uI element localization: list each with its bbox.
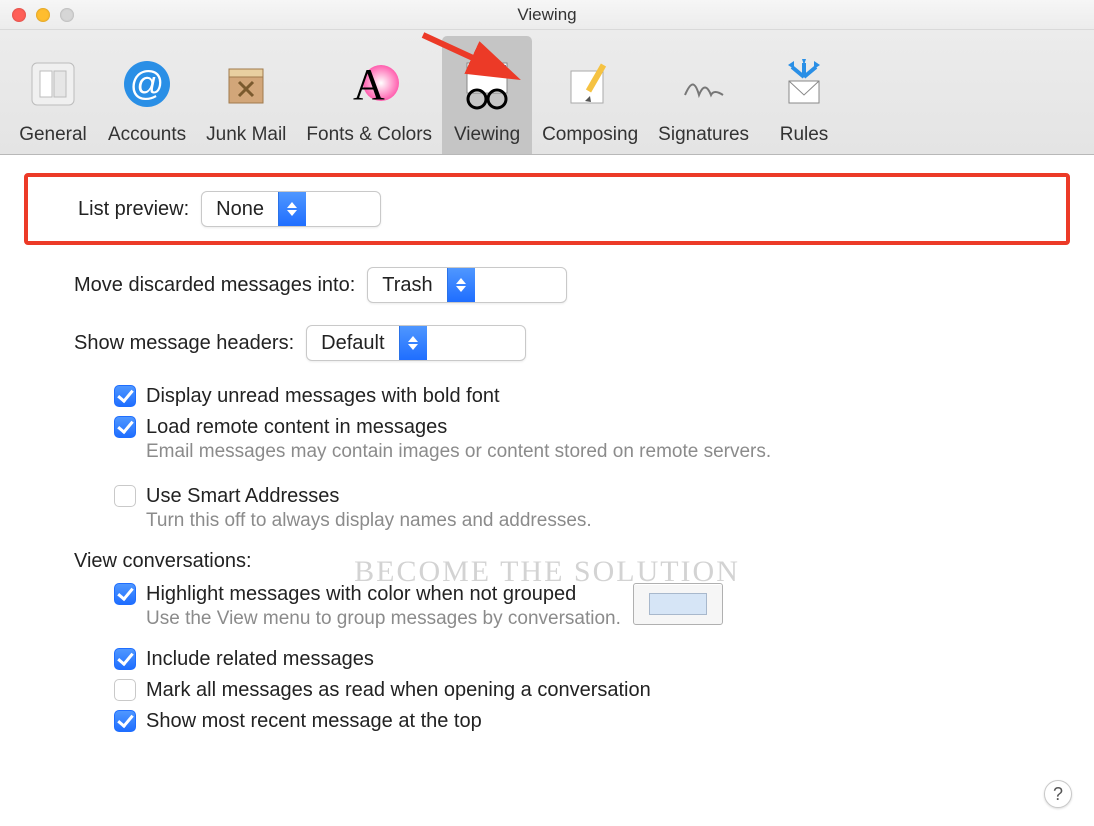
highlight-color-row: Highlight messages with color when not g… [24, 579, 1070, 634]
smart-addresses-hint: Turn this off to always display names an… [146, 510, 592, 532]
highlight-color-checkbox[interactable] [114, 583, 136, 605]
smart-addresses-label: Use Smart Addresses [146, 485, 592, 508]
load-remote-row: Load remote content in messages Email me… [24, 412, 1070, 467]
select-arrows-icon [399, 326, 427, 360]
highlight-color-hint: Use the View menu to group messages by c… [146, 608, 621, 630]
close-window-button[interactable] [12, 8, 26, 22]
list-preview-label: List preview: [78, 198, 189, 221]
include-related-label: Include related messages [146, 648, 374, 671]
mark-all-read-checkbox[interactable] [114, 679, 136, 701]
tab-composing[interactable]: Composing [532, 36, 648, 154]
tab-label: Junk Mail [206, 124, 286, 146]
highlight-color-label: Highlight messages with color when not g… [146, 583, 621, 606]
tab-accounts[interactable]: @ Accounts [98, 36, 196, 154]
list-preview-select[interactable]: None [201, 191, 381, 227]
select-value: Default [307, 332, 398, 355]
composing-icon [560, 54, 620, 114]
zoom-window-button[interactable] [60, 8, 74, 22]
recent-top-checkbox[interactable] [114, 710, 136, 732]
mark-all-read-label: Mark all messages as read when opening a… [146, 679, 651, 702]
smart-addresses-row: Use Smart Addresses Turn this off to alw… [24, 481, 1070, 536]
list-preview-row: List preview: None [24, 173, 1070, 245]
include-related-checkbox[interactable] [114, 648, 136, 670]
titlebar: Viewing [0, 0, 1094, 30]
preferences-toolbar: General @ Accounts Junk Mail A Fonts & C… [0, 30, 1094, 155]
viewing-settings: List preview: None Move discarded messag… [0, 155, 1094, 755]
recent-top-row: Show most recent message at the top [24, 706, 1070, 737]
move-discarded-select[interactable]: Trash [367, 267, 567, 303]
general-icon [23, 54, 83, 114]
tab-label: Viewing [454, 124, 520, 146]
svg-text:@: @ [130, 65, 165, 103]
rules-icon [774, 54, 834, 114]
select-arrows-icon [278, 192, 306, 226]
tab-fonts-colors[interactable]: A Fonts & Colors [296, 36, 442, 154]
viewing-icon [457, 54, 517, 114]
move-discarded-row: Move discarded messages into: Trash [24, 261, 1070, 309]
view-conversations-label: View conversations: [24, 536, 1070, 579]
svg-text:A: A [353, 60, 385, 109]
show-headers-select[interactable]: Default [306, 325, 526, 361]
recent-top-label: Show most recent message at the top [146, 710, 482, 733]
select-value: None [202, 198, 278, 221]
signatures-icon [674, 54, 734, 114]
highlight-color-swatch [649, 593, 707, 615]
tab-rules[interactable]: Rules [759, 36, 849, 154]
tab-general[interactable]: General [8, 36, 98, 154]
load-remote-label: Load remote content in messages [146, 416, 771, 439]
tab-label: Accounts [108, 124, 186, 146]
tab-label: Composing [542, 124, 638, 146]
bold-unread-row: Display unread messages with bold font [24, 381, 1070, 412]
include-related-row: Include related messages [24, 644, 1070, 675]
tab-label: Fonts & Colors [306, 124, 432, 146]
at-sign-icon: @ [117, 54, 177, 114]
help-button[interactable]: ? [1044, 780, 1072, 808]
tab-label: Rules [780, 124, 829, 146]
mark-all-read-row: Mark all messages as read when opening a… [24, 675, 1070, 706]
show-headers-row: Show message headers: Default [24, 319, 1070, 367]
load-remote-hint: Email messages may contain images or con… [146, 441, 771, 463]
bold-unread-label: Display unread messages with bold font [146, 385, 500, 408]
tab-signatures[interactable]: Signatures [648, 36, 759, 154]
fonts-colors-icon: A [339, 54, 399, 114]
load-remote-checkbox[interactable] [114, 416, 136, 438]
tab-junk-mail[interactable]: Junk Mail [196, 36, 296, 154]
bold-unread-checkbox[interactable] [114, 385, 136, 407]
select-value: Trash [368, 274, 446, 297]
trash-box-icon [216, 54, 276, 114]
show-headers-label: Show message headers: [74, 332, 294, 355]
move-discarded-label: Move discarded messages into: [74, 274, 355, 297]
smart-addresses-checkbox[interactable] [114, 485, 136, 507]
tab-label: Signatures [658, 124, 749, 146]
window-controls [12, 8, 74, 22]
highlight-color-well[interactable] [633, 583, 723, 625]
tab-label: General [19, 124, 87, 146]
tab-viewing[interactable]: Viewing [442, 36, 532, 154]
window-title: Viewing [0, 0, 1094, 30]
select-arrows-icon [447, 268, 475, 302]
minimize-window-button[interactable] [36, 8, 50, 22]
